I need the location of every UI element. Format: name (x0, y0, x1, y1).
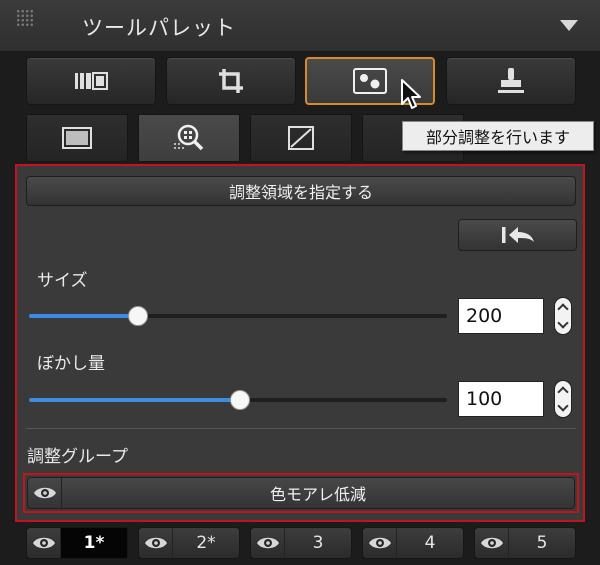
page-button-4[interactable]: 4 (362, 527, 464, 559)
feather-slider[interactable] (29, 390, 447, 410)
page-visibility-toggle[interactable] (251, 528, 285, 558)
stepper-down-icon[interactable] (557, 400, 569, 412)
adjust-group-item[interactable]: 色モアレ低減 (27, 477, 575, 509)
page-visibility-toggle[interactable] (139, 528, 173, 558)
visibility-toggle[interactable] (28, 478, 62, 508)
eye-icon (480, 537, 503, 549)
feather-stepper[interactable] (554, 380, 572, 418)
basic-adjust-icon (75, 72, 108, 90)
page-number: 1* (61, 528, 127, 558)
size-value-field[interactable]: 200 (458, 298, 544, 334)
crop-button[interactable] (166, 57, 296, 105)
reset-button[interactable] (458, 219, 577, 251)
stepper-down-icon[interactable] (557, 317, 569, 329)
page-number: 3 (312, 533, 324, 553)
page-number: 5 (536, 533, 548, 553)
tooltip: 部分調整を行います (402, 121, 594, 151)
size-slider-thumb[interactable] (127, 306, 148, 326)
page-number: 2* (196, 533, 216, 553)
page-button-5[interactable]: 5 (474, 527, 576, 559)
size-stepper[interactable] (554, 297, 572, 335)
crop-icon (219, 69, 243, 93)
page-visibility-toggle[interactable] (27, 528, 61, 558)
page-button-3[interactable]: 3 (250, 527, 352, 559)
eye-icon (256, 537, 279, 549)
collapse-triangle-icon[interactable] (560, 20, 578, 31)
tool-button-row (26, 57, 576, 105)
adjust-group-name: 色モアレ低減 (269, 485, 366, 504)
feather-slider-thumb[interactable] (230, 390, 251, 410)
page-button-2[interactable]: 2* (138, 527, 240, 559)
size-slider-fill (29, 314, 138, 318)
eye-icon (368, 537, 391, 549)
tab-curve[interactable] (250, 114, 352, 162)
detail-zoom-icon (174, 124, 204, 151)
feather-value-field[interactable]: 100 (458, 381, 544, 417)
tab-detail[interactable] (138, 114, 240, 162)
specify-area-button[interactable]: 調整領域を指定する (26, 176, 576, 206)
eye-icon (144, 537, 167, 549)
palette-title: ツールパレット (82, 16, 236, 40)
size-slider[interactable] (29, 306, 447, 326)
stamp-icon (498, 68, 524, 93)
size-label: サイズ (37, 271, 88, 291)
mouse-cursor-icon (400, 78, 424, 116)
page-number: 4 (424, 533, 436, 553)
curve-icon (288, 126, 314, 150)
eye-icon (32, 537, 55, 549)
feather-label: ぼかし量 (37, 354, 105, 374)
tab-frame[interactable] (26, 114, 128, 162)
eye-icon (33, 487, 56, 499)
palette-titlebar: ツールパレット (0, 0, 600, 52)
frame-icon (62, 127, 92, 149)
partial-adjust-panel: 調整領域を指定する サイズ 200 ぼかし量 100 調整グループ 色モアレ低減 (15, 164, 585, 522)
page-visibility-toggle[interactable] (363, 528, 397, 558)
stamp-button[interactable] (446, 57, 576, 105)
partial-adjust-icon (353, 68, 387, 94)
reset-icon (501, 227, 534, 243)
adjust-group-label: 調整グループ (27, 447, 128, 467)
page-visibility-toggle[interactable] (475, 528, 509, 558)
page-button-1[interactable]: 1* (26, 527, 128, 559)
drag-grip-icon[interactable] (16, 9, 34, 27)
section-divider (26, 428, 576, 429)
adjust-group-highlight: 色モアレ低減 (23, 473, 579, 513)
basic-adjust-button[interactable] (26, 57, 156, 105)
feather-slider-fill (29, 398, 241, 402)
stepper-up-icon[interactable] (557, 386, 569, 398)
stepper-up-icon[interactable] (557, 303, 569, 315)
adjust-page-row: 1* 2* 3 4 5 (26, 527, 576, 559)
